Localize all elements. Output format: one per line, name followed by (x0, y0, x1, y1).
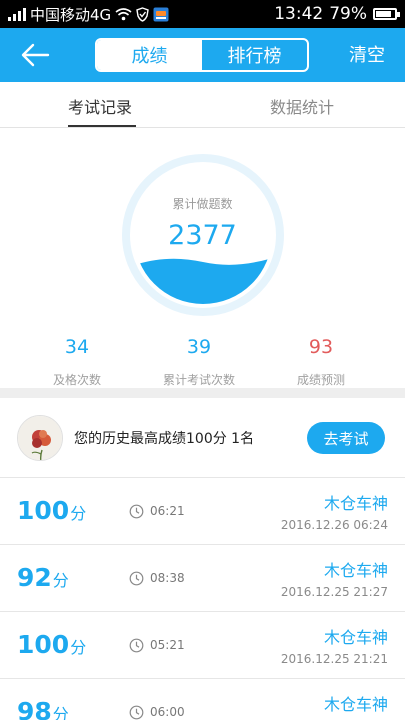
tab-exam-records[interactable]: 考试记录 (68, 94, 132, 118)
active-tab-indicator (68, 125, 136, 127)
avatar[interactable] (17, 415, 63, 461)
clear-button[interactable]: 清空 (349, 41, 385, 67)
carrier-label: 中国移动4G (30, 5, 112, 24)
exam-count-value: 39 (186, 336, 212, 358)
section-divider (0, 388, 405, 398)
record-duration: 08:38 (150, 571, 185, 585)
record-score: 100分 (17, 496, 87, 525)
gauge-label: 累计做题数 (172, 197, 233, 211)
best-score-text: 您的历史最高成绩100分 1名 (74, 431, 255, 447)
tab-statistics[interactable]: 数据统计 (270, 94, 334, 118)
record-row[interactable]: 100分 05:21 木仓车神 2016.12.25 21:21 (0, 612, 405, 679)
record-date: 2016.12.25 21:21 (280, 652, 388, 666)
record-row[interactable]: 92分 08:38 木仓车神 2016.12.25 21:27 (0, 545, 405, 612)
app-header: 成绩 排行榜 清空 (0, 28, 405, 82)
segmented-control: 成绩 排行榜 (95, 38, 309, 72)
clock-icon (129, 504, 144, 519)
tab-leaderboard[interactable]: 排行榜 (202, 40, 307, 70)
tab-scores[interactable]: 成绩 (97, 40, 202, 70)
battery-icon (373, 8, 400, 20)
record-score: 92分 (17, 563, 69, 592)
battery-percent: 79% (329, 4, 367, 24)
clock-time: 13:42 (274, 4, 324, 24)
clock-icon (129, 638, 144, 653)
record-score: 100分 (17, 630, 87, 659)
back-arrow-icon[interactable] (18, 40, 52, 70)
sub-tab-bar: 考试记录 数据统计 (0, 82, 405, 128)
status-bar: 中国移动4G 13:42 79% (0, 0, 405, 28)
signal-icon (8, 7, 26, 21)
record-username: 木仓车神 (323, 628, 388, 647)
clock-icon (129, 571, 144, 586)
record-username: 木仓车神 (323, 494, 388, 513)
record-duration: 06:21 (150, 504, 185, 518)
record-row[interactable]: 100分 06:21 木仓车神 2016.12.26 06:24 (0, 478, 405, 545)
record-username: 木仓车神 (323, 561, 388, 580)
wifi-icon (115, 8, 132, 21)
clock-icon (129, 705, 144, 720)
take-exam-button[interactable]: 去考试 (307, 422, 385, 454)
record-row[interactable]: 98分 06:00 木仓车神 (0, 679, 405, 720)
shield-icon (136, 6, 149, 22)
record-score: 98分 (17, 697, 69, 720)
record-date: 2016.12.25 21:27 (280, 585, 388, 599)
exam-count-label: 累计考试次数 (162, 373, 235, 387)
score-prediction-value: 93 (308, 336, 334, 358)
app-notification-icon (153, 7, 169, 21)
pass-count-value: 34 (64, 336, 90, 358)
status-right: 13:42 79% (274, 4, 400, 24)
record-duration: 05:21 (150, 638, 185, 652)
score-prediction-label: 成绩预测 (296, 373, 345, 387)
status-left: 中国移动4G (8, 4, 169, 24)
record-username: 木仓车神 (323, 695, 388, 714)
pass-count-label: 及格次数 (52, 373, 101, 387)
gauge-value: 2377 (168, 220, 237, 251)
best-score-row: 您的历史最高成绩100分 1名 去考试 (0, 398, 405, 478)
record-date: 2016.12.26 06:24 (280, 518, 388, 532)
record-duration: 06:00 (150, 705, 185, 719)
